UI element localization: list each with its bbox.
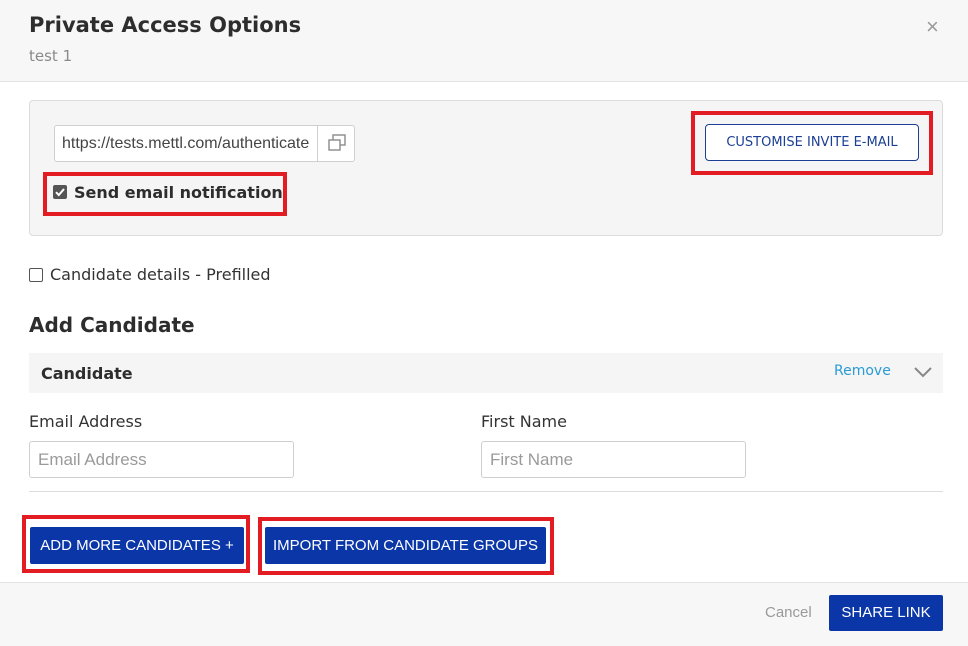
send-email-checkbox[interactable] [53, 185, 67, 199]
close-icon[interactable]: × [926, 16, 939, 38]
candidate-card-title: Candidate [41, 364, 133, 383]
email-address-input[interactable] [29, 441, 294, 478]
copy-url-button[interactable] [317, 126, 354, 161]
add-more-candidates-button[interactable]: ADD MORE CANDIDATES + [30, 527, 244, 564]
candidate-card-header: Candidate Remove [29, 353, 943, 393]
url-field-group [54, 125, 355, 162]
import-candidate-groups-button[interactable]: IMPORT FROM CANDIDATE GROUPS [265, 527, 546, 564]
dialog-footer: Cancel SHARE LINK [0, 582, 968, 646]
private-access-dialog: Private Access Options test 1 × Send ema… [0, 0, 968, 646]
dialog-header: Private Access Options test 1 × [0, 0, 968, 82]
first-name-label: First Name [481, 412, 567, 431]
access-url-input[interactable] [55, 126, 317, 161]
email-address-label: Email Address [29, 412, 143, 431]
remove-candidate-link[interactable]: Remove [834, 363, 891, 379]
checkmark-icon [55, 188, 65, 197]
add-candidate-heading: Add Candidate [29, 313, 195, 337]
chevron-down-icon[interactable] [913, 365, 933, 379]
dialog-title: Private Access Options [29, 13, 302, 37]
dialog-subtitle: test 1 [29, 47, 73, 65]
section-divider [29, 491, 943, 492]
first-name-input[interactable] [481, 441, 746, 478]
prefilled-label: Candidate details - Prefilled [50, 265, 271, 284]
send-email-label: Send email notification [74, 183, 283, 202]
cancel-button[interactable]: Cancel [765, 604, 812, 621]
prefilled-checkbox[interactable] [29, 268, 43, 282]
share-link-button[interactable]: SHARE LINK [829, 595, 943, 631]
copy-icon [328, 134, 346, 151]
customise-invite-email-button[interactable]: CUSTOMISE INVITE E-MAIL [705, 124, 919, 161]
